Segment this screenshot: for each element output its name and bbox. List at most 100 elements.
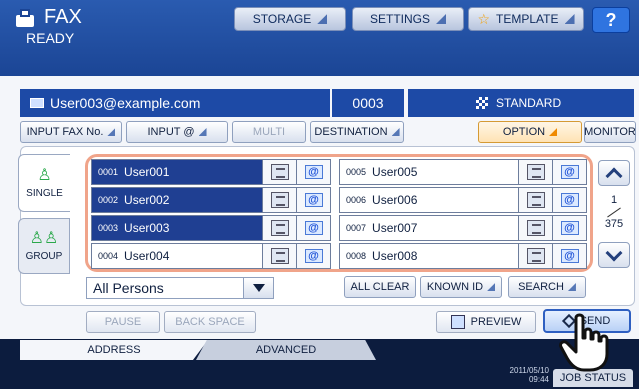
destination-button[interactable]: DESTINATION: [310, 121, 404, 143]
scroll-up-button[interactable]: [598, 160, 630, 186]
multi-button[interactable]: MULTI: [232, 121, 306, 143]
pause-button[interactable]: PAUSE: [86, 311, 160, 333]
tab-address-label: ADDRESS: [87, 344, 141, 356]
fax-entry-button[interactable]: [518, 216, 552, 240]
tab-address[interactable]: ADDRESS: [20, 340, 208, 360]
entry-number: 0006: [346, 195, 367, 205]
person-filter-select[interactable]: All Persons: [86, 277, 274, 299]
at-sign-icon: @: [304, 221, 323, 235]
address-entry[interactable]: 0008 User008 @: [339, 243, 587, 269]
email-entry-button[interactable]: @: [296, 216, 330, 240]
email-entry-button[interactable]: @: [296, 244, 330, 268]
help-button[interactable]: ?: [592, 7, 630, 33]
preview-icon: [450, 315, 465, 329]
email-entry-button[interactable]: @: [552, 244, 586, 268]
fax-icon: [526, 164, 545, 180]
at-sign-icon: @: [560, 221, 579, 235]
fax-screen: FAX READY STORAGE SETTINGS ☆ TEMPLATE ? …: [0, 0, 639, 389]
corner-arrow-icon: [549, 128, 558, 136]
fax-entry-button[interactable]: [262, 160, 296, 184]
total-pages: 375: [604, 218, 624, 230]
fax-entry-button[interactable]: [518, 188, 552, 212]
email-entry-button[interactable]: @: [552, 160, 586, 184]
dropdown-button[interactable]: [243, 278, 273, 298]
address-entry[interactable]: 0003 User003 @: [91, 215, 331, 241]
tab-single[interactable]: ♙ SINGLE: [18, 154, 70, 212]
fax-entry-button[interactable]: [262, 216, 296, 240]
fax-icon: [526, 192, 545, 208]
preview-button[interactable]: PREVIEW: [436, 311, 536, 333]
tab-group-label: GROUP: [25, 250, 63, 262]
address-entry[interactable]: 0004 User004 @: [91, 243, 331, 269]
corner-arrow-icon: [198, 128, 207, 136]
filter-selected-value: All Persons: [93, 280, 164, 296]
settings-label: SETTINGS: [369, 12, 430, 26]
address-entry[interactable]: 0001 User001 @: [91, 159, 331, 185]
option-button[interactable]: OPTION: [478, 121, 582, 143]
multi-label: MULTI: [252, 126, 286, 138]
entry-number: 0002: [98, 195, 119, 205]
entry-name: User005: [372, 165, 418, 179]
fax-entry-button[interactable]: [262, 244, 296, 268]
input-email-button[interactable]: INPUT @: [126, 121, 228, 143]
address-entry[interactable]: 0005 User005 @: [339, 159, 587, 185]
entry-name: User002: [124, 193, 170, 207]
scroll-down-button[interactable]: [598, 242, 630, 268]
monitor-label: MONITOR: [584, 126, 636, 138]
checker-icon: [476, 97, 488, 109]
input-fax-no-button[interactable]: INPUT FAX No.: [20, 121, 122, 143]
all-clear-button[interactable]: ALL CLEAR: [344, 276, 416, 298]
page-indicator: 1 375: [598, 194, 630, 234]
at-sign-icon: @: [560, 249, 579, 263]
settings-button[interactable]: SETTINGS: [352, 7, 464, 31]
at-sign-icon: @: [304, 249, 323, 263]
dropdown-arrow-icon: [252, 284, 265, 292]
page-divider: [598, 206, 630, 218]
tab-advanced-label: ADVANCED: [255, 344, 317, 356]
storage-button[interactable]: STORAGE: [234, 7, 346, 31]
known-id-button[interactable]: KNOWN ID: [420, 276, 502, 298]
date-time: 2011/05/10 09:44: [505, 366, 549, 384]
search-button[interactable]: SEARCH: [508, 276, 586, 298]
all-clear-label: ALL CLEAR: [350, 281, 410, 293]
address-entry[interactable]: 0007 User007 @: [339, 215, 587, 241]
tab-advanced[interactable]: ADVANCED: [196, 340, 376, 360]
address-entry[interactable]: 0006 User006 @: [339, 187, 587, 213]
search-label: SEARCH: [518, 281, 564, 293]
app-title: FAX: [44, 6, 82, 28]
resolution-display: STANDARD: [408, 89, 634, 117]
email-icon: [30, 98, 44, 108]
fax-entry-button[interactable]: [518, 160, 552, 184]
time-text: 09:44: [528, 375, 549, 384]
back-space-button[interactable]: BACK SPACE: [164, 311, 256, 333]
input-email-label: INPUT @: [147, 126, 195, 138]
address-entry[interactable]: 0002 User002 @: [91, 187, 331, 213]
fax-entry-button[interactable]: [518, 244, 552, 268]
machine-status: READY: [26, 30, 75, 46]
storage-label: STORAGE: [252, 12, 312, 26]
template-button[interactable]: ☆ TEMPLATE: [468, 7, 584, 31]
current-page: 1: [610, 194, 618, 206]
app-title-area: FAX: [14, 6, 82, 29]
option-label: OPTION: [502, 126, 546, 138]
at-sign-icon: @: [560, 193, 579, 207]
entry-number: 0004: [98, 251, 119, 261]
email-entry-button[interactable]: @: [552, 216, 586, 240]
fax-entry-button[interactable]: [262, 188, 296, 212]
corner-arrow-icon: [564, 14, 575, 24]
tab-group[interactable]: ♙♙ GROUP: [18, 218, 70, 274]
monitor-button[interactable]: MONITOR: [584, 121, 636, 143]
destination-count: 0003: [332, 89, 404, 117]
entry-number: 0008: [346, 251, 367, 261]
input-fax-no-label: INPUT FAX No.: [26, 126, 104, 138]
preview-label: PREVIEW: [470, 316, 522, 328]
fax-icon: [526, 220, 545, 236]
fax-machine-icon: [14, 8, 36, 28]
at-sign-icon: @: [304, 193, 323, 207]
email-entry-button[interactable]: @: [296, 160, 330, 184]
email-entry-button[interactable]: @: [552, 188, 586, 212]
count-text: 0003: [352, 95, 384, 111]
email-entry-button[interactable]: @: [296, 188, 330, 212]
entry-name: User004: [124, 249, 170, 263]
entry-number: 0005: [346, 167, 367, 177]
